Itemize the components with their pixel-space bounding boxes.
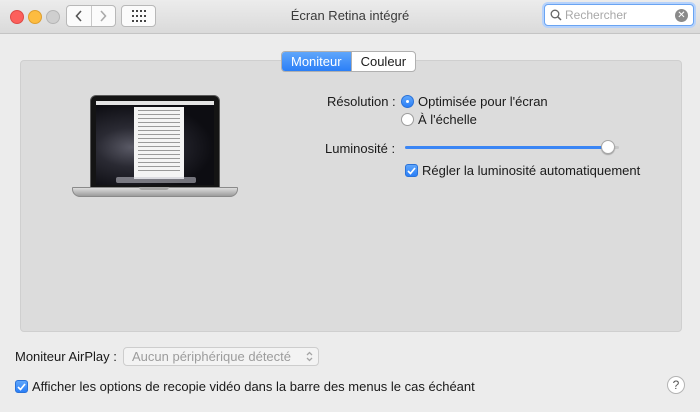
radio-button[interactable] (401, 113, 414, 126)
brightness-slider[interactable] (405, 140, 619, 154)
search-icon (550, 9, 562, 21)
airplay-label: Moniteur AirPlay : (15, 349, 117, 364)
resolution-option-scaled[interactable]: À l'échelle (401, 112, 477, 127)
auto-brightness-checkbox[interactable] (405, 164, 418, 177)
search-field[interactable]: ✕ (544, 4, 694, 26)
mirroring-option-label: Afficher les options de recopie vidéo da… (32, 379, 475, 394)
resolution-option-label: Optimisée pour l'écran (418, 94, 548, 109)
tab-couleur[interactable]: Couleur (350, 52, 416, 71)
mirroring-checkbox[interactable] (15, 380, 28, 393)
window-toolbar: Écran Retina intégré ✕ (0, 0, 700, 34)
radio-button-selected[interactable] (401, 95, 414, 108)
brightness-slider-thumb[interactable] (601, 140, 615, 154)
checkmark-icon (17, 382, 26, 391)
tab-moniteur[interactable]: Moniteur (282, 52, 351, 71)
search-input[interactable] (565, 7, 671, 23)
macbook-display-image (72, 95, 238, 205)
checkmark-icon (407, 166, 416, 175)
auto-brightness-label: Régler la luminosité automatiquement (422, 163, 641, 178)
laptop-screen (96, 101, 214, 185)
airplay-selected-value: Aucun périphérique détecté (132, 349, 292, 364)
help-button[interactable]: ? (667, 376, 685, 394)
resolution-label: Résolution : (327, 94, 396, 109)
laptop-lid (90, 95, 220, 189)
updown-chevron-icon (306, 351, 313, 362)
resolution-option-optimized[interactable]: Optimisée pour l'écran (401, 94, 548, 109)
auto-brightness-option[interactable]: Régler la luminosité automatiquement (405, 163, 640, 178)
brightness-label: Luminosité : (325, 141, 396, 156)
clear-search-icon[interactable]: ✕ (675, 9, 688, 22)
tab-bar: Moniteur Couleur (281, 51, 417, 72)
mirroring-option[interactable]: Afficher les options de recopie vidéo da… (15, 379, 475, 394)
resolution-option-label: À l'échelle (418, 112, 477, 127)
airplay-popup[interactable]: Aucun périphérique détecté (123, 347, 319, 366)
